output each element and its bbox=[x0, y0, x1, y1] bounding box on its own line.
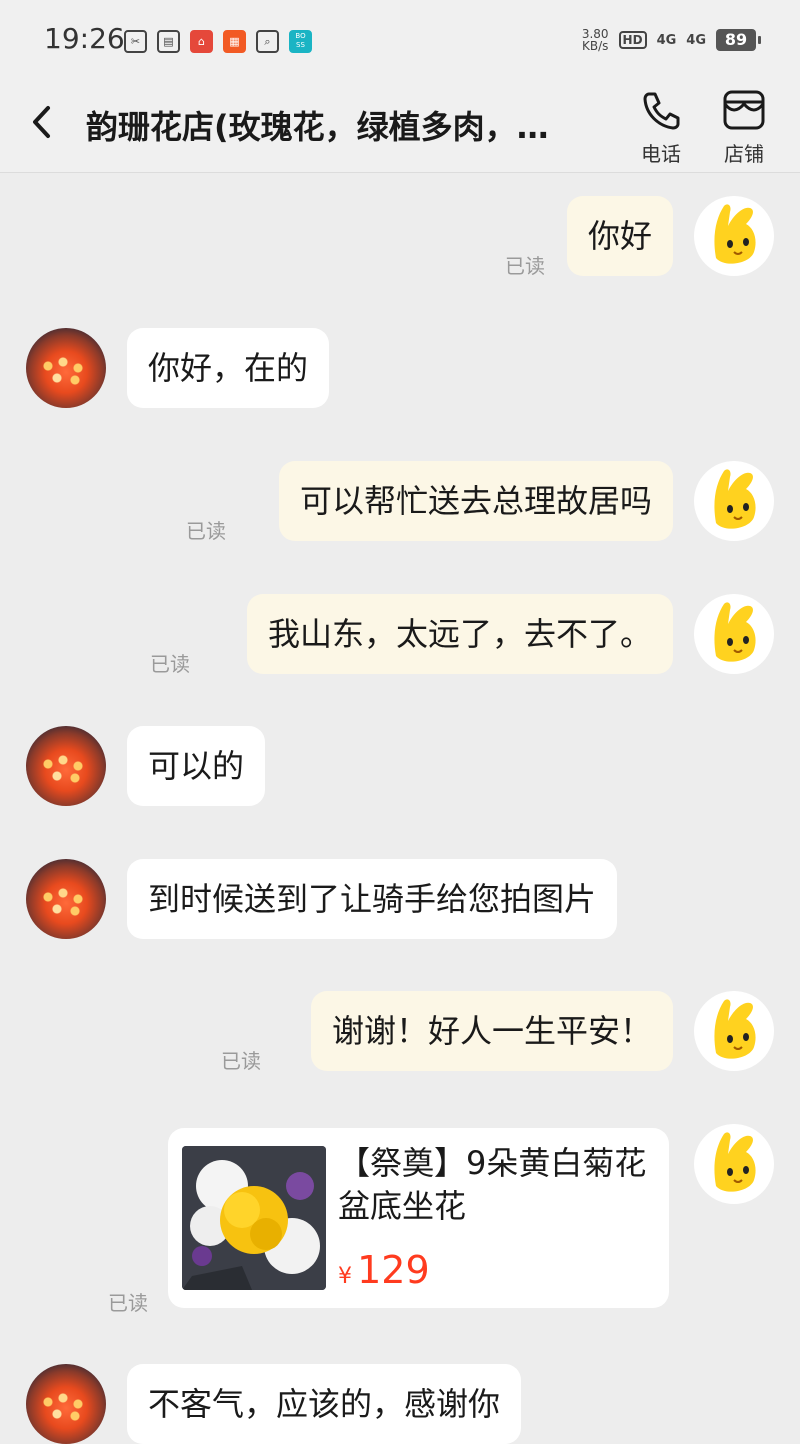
phone-button[interactable]: 电话 bbox=[631, 88, 691, 167]
shop-avatar[interactable] bbox=[26, 859, 106, 939]
notification-icons: ✂ ▤ ⌂ ▦ ⌕ BO SS bbox=[124, 30, 312, 53]
my-avatar[interactable] bbox=[694, 1124, 774, 1204]
network-speed: 3.80 KB/s bbox=[581, 27, 609, 53]
status-bar: 19:26 ✂ ▤ ⌂ ▦ ⌕ BO SS 3.80 KB/s HD 4G 4G… bbox=[0, 0, 800, 88]
product-title[interactable]: 【祭奠】9朵黄白菊花盆底坐花 bbox=[338, 1142, 654, 1228]
scissors-app-icon: ✂ bbox=[124, 30, 147, 53]
document-app-icon: ▤ bbox=[157, 30, 180, 53]
rabbit-avatar-icon bbox=[714, 469, 756, 529]
price-value: 129 bbox=[357, 1248, 430, 1292]
chrysanthemum-image bbox=[182, 1146, 326, 1290]
signal-icon: 4G bbox=[656, 32, 677, 48]
shop-avatar[interactable] bbox=[26, 328, 106, 408]
back-arrow-icon[interactable] bbox=[26, 102, 62, 142]
hd-icon: HD bbox=[618, 31, 647, 49]
message-bubble-received[interactable]: 到时候送到了让骑手给您拍图片 bbox=[127, 859, 618, 939]
chat-title: 韵珊花店(玫瑰花，绿植多肉，… bbox=[86, 108, 549, 146]
read-status: 已读 bbox=[150, 652, 190, 676]
phone-label: 电话 bbox=[641, 142, 681, 166]
message-bubble-sent[interactable]: 可以帮忙送去总理故居吗 bbox=[278, 461, 673, 541]
my-avatar[interactable] bbox=[694, 196, 774, 276]
store-label: 店铺 bbox=[724, 142, 764, 166]
signal-icon-2: 4G bbox=[686, 32, 706, 48]
my-avatar[interactable] bbox=[694, 461, 774, 541]
my-avatar[interactable] bbox=[694, 594, 774, 674]
rabbit-avatar-icon bbox=[714, 1132, 756, 1192]
message-bubble-sent[interactable]: 谢谢！好人一生平安！ bbox=[310, 991, 673, 1071]
read-status: 已读 bbox=[221, 1049, 261, 1073]
product-card[interactable]: 【祭奠】9朵黄白菊花盆底坐花 ¥ 129 bbox=[168, 1128, 669, 1308]
battery-icon: 89 bbox=[716, 29, 761, 51]
search-app-icon: ⌕ bbox=[256, 30, 279, 53]
status-time: 19:26 bbox=[44, 22, 125, 55]
message-bubble-received[interactable]: 可以的 bbox=[127, 726, 266, 806]
shop-avatar[interactable] bbox=[26, 1364, 106, 1444]
shop-app-icon: ⌂ bbox=[190, 30, 213, 53]
store-button[interactable]: 店铺 bbox=[714, 88, 774, 167]
message-bubble-sent[interactable]: 你好 bbox=[566, 196, 673, 276]
message-bubble-received[interactable]: 不客气，应该的，感谢你 bbox=[127, 1364, 522, 1444]
product-price: ¥ 129 bbox=[338, 1248, 430, 1292]
currency-symbol: ¥ bbox=[338, 1264, 352, 1289]
message-bubble-received[interactable]: 你好，在的 bbox=[127, 328, 330, 408]
grid-app-icon: ▦ bbox=[223, 30, 246, 53]
status-right: 3.80 KB/s HD 4G 4G 89 bbox=[581, 27, 761, 53]
read-status: 已读 bbox=[186, 519, 226, 543]
read-status: 已读 bbox=[505, 254, 545, 278]
boss-app-icon: BO SS bbox=[289, 30, 312, 53]
read-status: 已读 bbox=[108, 1291, 148, 1315]
store-icon bbox=[723, 90, 765, 130]
rabbit-avatar-icon bbox=[714, 999, 756, 1059]
shop-avatar[interactable] bbox=[26, 726, 106, 806]
chat-header: 韵珊花店(玫瑰花，绿植多肉，… 电话 店铺 bbox=[0, 88, 800, 173]
message-bubble-sent[interactable]: 我山东，太远了，去不了。 bbox=[246, 594, 673, 674]
rabbit-avatar-icon bbox=[714, 602, 756, 662]
rabbit-avatar-icon bbox=[714, 204, 756, 264]
my-avatar[interactable] bbox=[694, 991, 774, 1071]
product-image[interactable] bbox=[182, 1146, 326, 1290]
phone-icon bbox=[643, 92, 680, 130]
